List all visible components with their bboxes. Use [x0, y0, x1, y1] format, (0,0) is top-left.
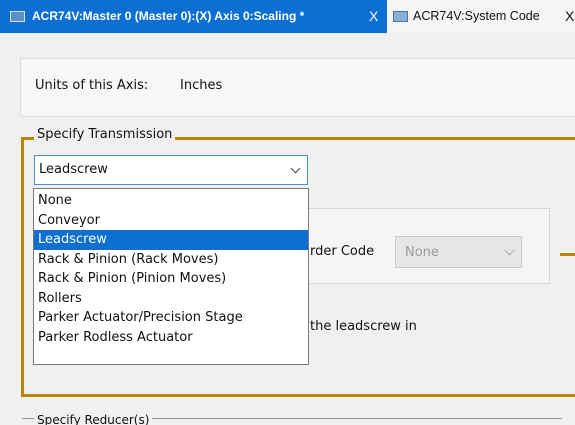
dropdown-option[interactable]: Rack & Pinion (Pinion Moves)	[34, 269, 308, 289]
window-icon	[10, 11, 25, 22]
reducer-group-title: Specify Reducer(s)	[34, 414, 153, 425]
chevron-down-icon[interactable]	[290, 163, 301, 174]
tab-title: ACR74V:Master 0 (Master 0):(X) Axis 0:Sc…	[32, 9, 305, 23]
transmission-group-title: Specify Transmission	[34, 127, 176, 142]
encoder-code-label: rder Code	[310, 244, 375, 259]
dropdown-option[interactable]: Rollers	[34, 289, 308, 309]
close-tab-icon[interactable]: X	[565, 8, 574, 24]
chevron-down-icon	[504, 245, 515, 256]
units-value: Inches	[180, 78, 223, 93]
units-label: Units of this Axis:	[35, 78, 149, 93]
dropdown-option[interactable]: Conveyor	[34, 211, 308, 231]
dropdown-option[interactable]: Rack & Pinion (Rack Moves)	[34, 250, 308, 270]
transmission-selected-value: Leadscrew	[39, 162, 108, 177]
window-icon	[393, 11, 408, 22]
encoder-code-select: None	[395, 236, 522, 268]
tab-title: ACR74V:System Code	[413, 9, 540, 23]
document-tab-strip: ACR74V:Master 0 (Master 0):(X) Axis 0:Sc…	[0, 0, 575, 33]
tab-scaling[interactable]: ACR74V:Master 0 (Master 0):(X) Axis 0:Sc…	[0, 0, 387, 33]
dropdown-option[interactable]: Leadscrew	[34, 230, 308, 250]
tab-system-code[interactable]: ACR74V:System Code X	[387, 0, 575, 33]
group-connector-line	[560, 253, 575, 256]
dropdown-option[interactable]: None	[34, 191, 308, 211]
dropdown-option[interactable]: Parker Rodless Actuator	[34, 328, 308, 348]
encoder-code-value: None	[405, 245, 439, 260]
close-tab-icon[interactable]: X	[369, 8, 378, 24]
dropdown-option[interactable]: Parker Actuator/Precision Stage	[34, 308, 308, 328]
transmission-description: the leadscrew in	[310, 319, 417, 334]
transmission-dropdown-list: None Conveyor Leadscrew Rack & Pinion (Rack…	[33, 188, 309, 365]
transmission-select[interactable]: Leadscrew	[34, 155, 308, 185]
units-panel: Units of this Axis: Inches	[20, 58, 575, 117]
